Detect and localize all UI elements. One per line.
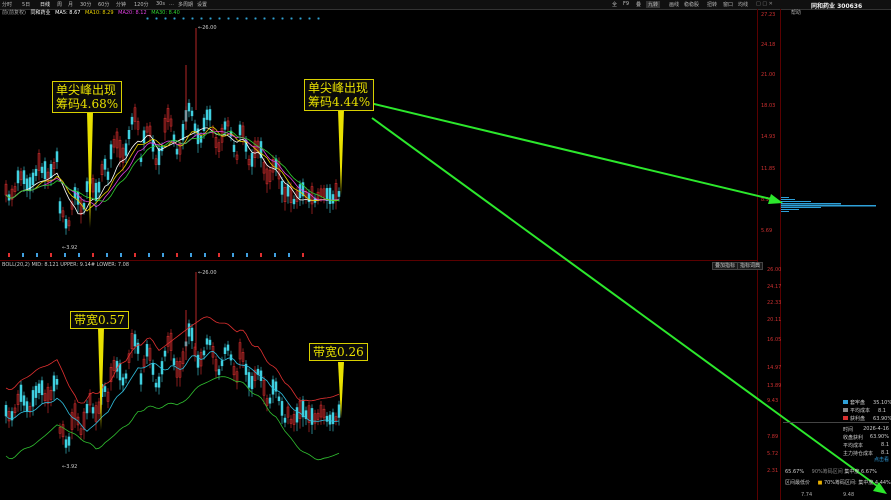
peak-annotation-right: 单尖峰出现 筹码4.44% (304, 79, 375, 111)
bandwidth-annotation-left: 带宽0.57 (70, 311, 129, 329)
legend-label: 平均成本 (850, 408, 871, 414)
concentration-row-1: 65.67% 90%筹码区间 集中度 6.67% (785, 469, 877, 475)
help-link[interactable]: 帮助 (791, 10, 801, 17)
rp-divider (783, 422, 889, 423)
stat-value: 8.1 (881, 442, 889, 448)
stat-label: 收盘获利 (843, 435, 864, 441)
stat-label: 平均成本 (843, 443, 864, 449)
chip-legend-item: 平均成本 8.1 (843, 407, 886, 414)
bottom-price-1: 7.74 (801, 492, 813, 498)
legend-swatch (843, 416, 848, 420)
rank-link[interactable]: 点击看 (874, 457, 889, 464)
legend-swatch (843, 400, 848, 404)
legend-value: 35.10% (873, 400, 891, 406)
stat-value: 2026-4-16 (863, 426, 889, 432)
callout-pointers (87, 102, 887, 494)
chip-distribution-panel: 帮助 同和药业 300636 套牢盘 35.10% 平均成本 8.1 获利盘 63.90%… (781, 0, 891, 500)
chip-legend-item: 获利盘 63.90% (843, 415, 891, 422)
chip-histogram (781, 197, 876, 212)
stat-value: 8.1 (881, 450, 889, 456)
stat-label: 主力持仓成本 (843, 451, 874, 457)
chip-legend-item: 套牢盘 35.10% (843, 399, 891, 406)
concentration-row-2: 区间最低价 ■ 70%筹码区间: 集中度 4.44% (785, 480, 891, 486)
panel-title: 同和药业 300636 (811, 3, 863, 10)
chip-stat-row: 收盘获利 63.90% (843, 434, 889, 441)
chip-stat-row: 主力持仓成本 8.1 (843, 450, 889, 457)
stat-value: 63.90% (869, 434, 889, 440)
chip-stat-row: 平均成本 8.1 (843, 442, 889, 449)
bandwidth-annotation-right: 带宽0.26 (309, 343, 368, 361)
bottom-price-2: 9.48 (843, 492, 855, 498)
legend-value: 8.1 (878, 408, 886, 414)
chip-stat-row: 时间 2026-4-16 (843, 426, 889, 433)
legend-swatch (843, 408, 848, 412)
stat-label: 时间 (843, 427, 854, 433)
peak-annotation-left: 单尖峰出现 筹码4.68% (52, 81, 123, 113)
legend-label: 套牢盘 (850, 400, 866, 406)
